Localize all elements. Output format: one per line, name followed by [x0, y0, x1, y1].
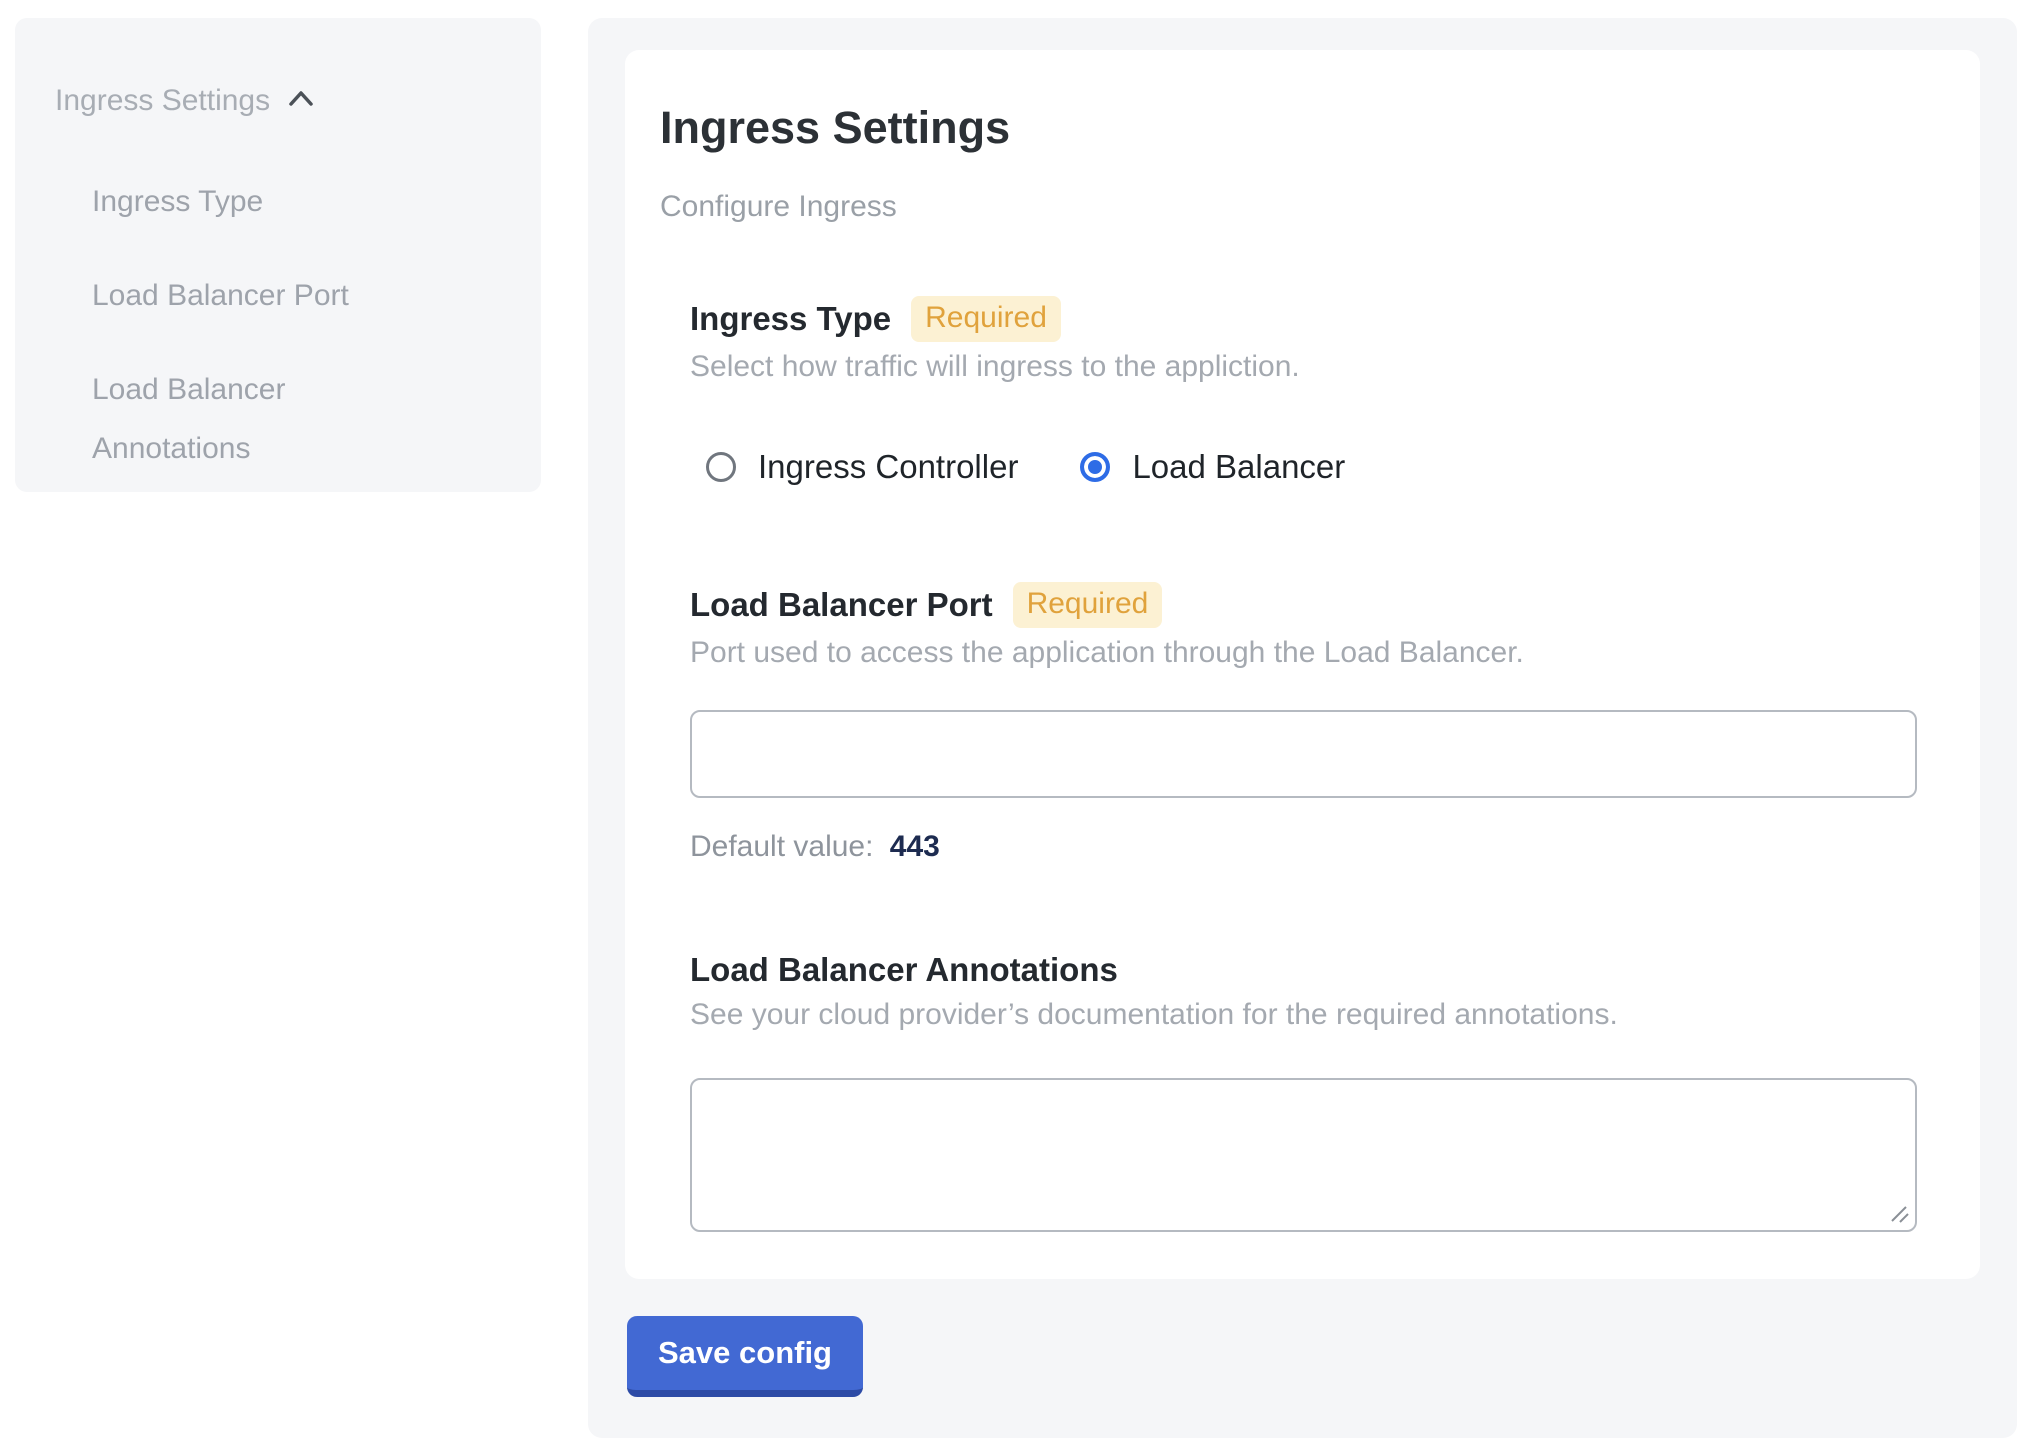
lb-port-description: Port used to access the application thro… — [690, 636, 1920, 670]
section-load-balancer-port: Load Balancer Port Required Port used to… — [690, 582, 1920, 864]
ingress-settings-panel: Ingress Settings Configure Ingress Ingre… — [588, 18, 2017, 1438]
load-balancer-port-input[interactable] — [690, 710, 1917, 798]
lb-port-label-row: Load Balancer Port Required — [690, 582, 1920, 628]
lb-annotations-description: See your cloud provider’s documentation … — [690, 998, 1920, 1032]
section-ingress-type: Ingress Type Required Select how traffic… — [690, 296, 1920, 486]
form-sections: Ingress Type Required Select how traffic… — [690, 296, 1920, 1232]
section-load-balancer-annotations: Load Balancer Annotations See your cloud… — [690, 950, 1920, 1232]
sidebar-item-load-balancer-annotations[interactable]: Load Balancer Annotations — [92, 360, 412, 478]
default-value-number: 443 — [890, 830, 940, 863]
radio-option-load-balancer[interactable]: Load Balancer — [1080, 448, 1345, 486]
default-value-prefix: Default value: — [690, 830, 873, 863]
radio-label-load-balancer: Load Balancer — [1132, 448, 1345, 486]
settings-sidebar: Ingress Settings Ingress Type Load Balan… — [15, 18, 541, 492]
sidebar-item-load-balancer-port[interactable]: Load Balancer Port — [92, 266, 412, 325]
radio-option-ingress-controller[interactable]: Ingress Controller — [706, 448, 1018, 486]
ingress-settings-card: Ingress Settings Configure Ingress Ingre… — [625, 50, 1980, 1279]
save-config-button[interactable]: Save config — [627, 1316, 863, 1397]
sidebar-item-ingress-type[interactable]: Ingress Type — [92, 172, 412, 231]
sidebar-section-toggle[interactable]: Ingress Settings — [55, 84, 501, 118]
ingress-type-radio-group: Ingress Controller Load Balancer — [706, 448, 1920, 486]
ingress-type-label: Ingress Type — [690, 299, 891, 339]
ingress-type-label-row: Ingress Type Required — [690, 296, 1920, 342]
required-badge: Required — [1013, 582, 1163, 628]
sidebar-item-list: Ingress Type Load Balancer Port Load Bal… — [55, 172, 501, 478]
radio-icon-load-balancer[interactable] — [1080, 452, 1110, 482]
radio-label-ingress-controller: Ingress Controller — [758, 448, 1018, 486]
sidebar-section-title: Ingress Settings — [55, 84, 270, 118]
textarea-resize-handle-icon[interactable] — [1889, 1202, 1911, 1224]
radio-icon-ingress-controller[interactable] — [706, 452, 736, 482]
lb-port-label: Load Balancer Port — [690, 585, 993, 625]
page-title: Ingress Settings — [660, 102, 1920, 154]
chevron-up-icon — [286, 84, 316, 118]
required-badge: Required — [911, 296, 1061, 342]
lb-annotations-label: Load Balancer Annotations — [690, 950, 1118, 990]
load-balancer-annotations-textarea[interactable] — [690, 1078, 1917, 1232]
lb-annotations-textarea-wrap — [690, 1078, 1917, 1232]
ingress-type-description: Select how traffic will ingress to the a… — [690, 350, 1920, 384]
lb-annotations-label-row: Load Balancer Annotations — [690, 950, 1920, 990]
default-value-line: Default value: 443 — [690, 830, 1920, 864]
page-subtitle: Configure Ingress — [660, 190, 1920, 224]
